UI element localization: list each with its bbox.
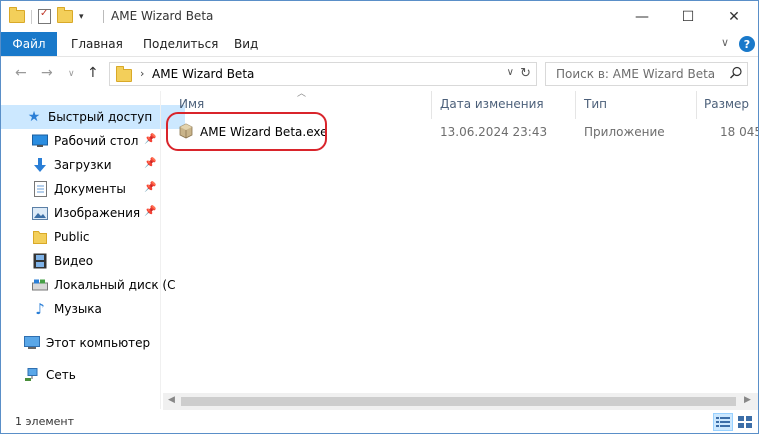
nav-item-label: Рабочий стол — [54, 134, 139, 148]
nav-network[interactable]: Сеть — [1, 363, 183, 387]
column-divider[interactable] — [431, 91, 432, 119]
nav-item-label: Видео — [54, 254, 94, 268]
title-divider — [103, 10, 104, 23]
column-header-date[interactable]: Дата изменения — [440, 97, 544, 111]
tab-home[interactable]: Главная — [71, 37, 123, 51]
recent-locations-icon[interactable]: ∨ — [68, 69, 75, 79]
downloads-icon — [32, 157, 48, 173]
pin-icon[interactable]: 📌 — [144, 158, 156, 169]
scroll-left-icon[interactable]: ◀ — [168, 395, 175, 405]
videos-icon — [32, 253, 48, 269]
column-divider[interactable] — [575, 91, 576, 119]
nav-quick-access[interactable]: ★ Быстрый доступ — [1, 105, 185, 129]
properties-icon[interactable] — [38, 8, 51, 24]
drive-icon — [32, 277, 48, 293]
back-arrow-icon[interactable]: ← — [15, 65, 27, 81]
window-title: AME Wizard Beta — [111, 9, 214, 23]
search-icon[interactable] — [729, 66, 743, 80]
folder-icon — [32, 229, 48, 245]
maximize-button[interactable]: ☐ — [665, 1, 711, 32]
item-count: 1 элемент — [15, 415, 74, 428]
file-size: 18 045 К — [720, 125, 758, 139]
search-box[interactable] — [545, 62, 748, 86]
scrollbar-thumb[interactable] — [181, 397, 736, 406]
pane-divider[interactable] — [160, 91, 161, 409]
refresh-icon[interactable]: ↻ — [520, 66, 531, 81]
tab-share[interactable]: Поделиться — [143, 37, 218, 51]
nav-item-label: Этот компьютер — [46, 336, 151, 350]
scroll-right-icon[interactable]: ▶ — [744, 395, 751, 405]
close-button[interactable]: ✕ — [711, 1, 757, 32]
navigation-pane: ★ Быстрый доступ Рабочий стол 📌 Загрузки… — [1, 91, 185, 409]
nav-item-label: Загрузки — [54, 158, 112, 172]
details-view-icon — [716, 417, 730, 427]
breadcrumb[interactable]: AME Wizard Beta — [152, 67, 254, 81]
large-icons-view-button[interactable] — [735, 413, 755, 431]
title-bar: ▾ AME Wizard Beta — ☐ ✕ — [1, 1, 758, 32]
pin-icon[interactable]: 📌 — [144, 134, 156, 145]
breadcrumb-separator-icon[interactable]: › — [140, 67, 144, 80]
folder-icon — [9, 7, 25, 23]
nav-item-label: Локальный диск (C — [54, 278, 176, 292]
search-input[interactable] — [554, 66, 723, 82]
tab-file[interactable]: Файл — [1, 32, 57, 56]
qat-customize-icon[interactable]: ▾ — [79, 12, 84, 22]
navigation-bar: ← → ∨ ↑ › AME Wizard Beta ∨ ↻ — [1, 57, 758, 91]
tab-view[interactable]: Вид — [234, 37, 258, 51]
large-icons-view-icon — [738, 416, 752, 428]
documents-icon — [32, 181, 48, 197]
details-view-button[interactable] — [713, 413, 733, 431]
sort-ascending-icon: ︿ — [297, 89, 307, 99]
desktop-icon — [32, 133, 48, 149]
nav-item-label: Сеть — [46, 368, 76, 382]
column-header-type[interactable]: Тип — [584, 97, 607, 111]
network-icon — [24, 367, 40, 383]
ribbon-expand-icon[interactable]: ∨ — [721, 36, 729, 49]
column-divider[interactable] — [696, 91, 697, 119]
computer-icon — [24, 335, 40, 351]
status-bar: 1 элемент — [1, 411, 758, 433]
minimize-button[interactable]: — — [619, 1, 665, 32]
help-icon[interactable]: ? — [739, 36, 755, 52]
nav-item-label: Музыка — [54, 302, 102, 316]
quick-access-toolbar: ▾ — [9, 7, 84, 24]
up-arrow-icon[interactable]: ↑ — [87, 65, 99, 81]
qat-divider — [31, 9, 32, 24]
pin-icon[interactable]: 📌 — [144, 206, 156, 217]
nav-item-label: Public — [54, 230, 90, 244]
nav-item-label: Документы — [54, 182, 126, 196]
forward-arrow-icon[interactable]: → — [41, 65, 53, 81]
address-bar[interactable]: › AME Wizard Beta ∨ ↻ — [109, 62, 537, 86]
ribbon-tabs: Файл Главная Поделиться Вид ∨ ? — [1, 32, 758, 57]
pin-icon[interactable]: 📌 — [144, 182, 156, 193]
column-header-size[interactable]: Размер — [704, 97, 749, 111]
new-folder-icon[interactable] — [57, 7, 73, 23]
file-type: Приложение — [584, 125, 665, 139]
address-dropdown-icon[interactable]: ∨ — [507, 67, 514, 78]
highlight-annotation — [166, 112, 327, 151]
horizontal-scrollbar[interactable]: ◀ ▶ — [163, 393, 758, 410]
nav-item-label: Быстрый доступ — [48, 110, 153, 124]
explorer-window: ▾ AME Wizard Beta — ☐ ✕ Файл Главная Под… — [0, 0, 759, 434]
nav-item-label: Изображения — [54, 206, 141, 220]
music-icon: ♪ — [35, 300, 45, 318]
nav-this-pc[interactable]: Этот компьютер — [1, 331, 183, 355]
column-header-name[interactable]: Имя — [179, 97, 204, 111]
pictures-icon — [32, 205, 48, 221]
file-date: 13.06.2024 23:43 — [440, 125, 548, 139]
folder-icon — [116, 66, 132, 82]
file-list: ︿ Имя Дата изменения Тип Размер AME Wiza… — [163, 89, 758, 409]
star-icon: ★ — [27, 109, 41, 125]
